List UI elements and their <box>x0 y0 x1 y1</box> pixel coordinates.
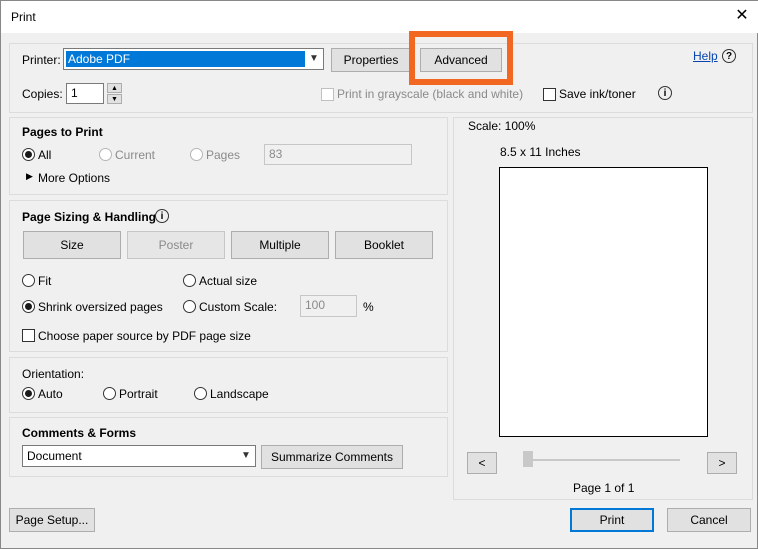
help-link[interactable]: Help <box>693 49 718 63</box>
print-dialog: Print ✕ Printer: Adobe PDF ▼ Properties … <box>0 0 758 549</box>
percent-label: % <box>363 300 374 314</box>
radio-shrink[interactable] <box>22 300 35 313</box>
help-circle-icon[interactable]: ? <box>722 49 736 63</box>
custom-scale-input[interactable]: 100 <box>300 295 357 317</box>
radio-landscape[interactable] <box>194 387 207 400</box>
radio-fit-label: Fit <box>38 274 52 288</box>
next-page-button[interactable]: > <box>707 452 737 474</box>
radio-auto[interactable] <box>22 387 35 400</box>
close-icon[interactable]: ✕ <box>733 7 751 25</box>
radio-current[interactable] <box>99 148 112 161</box>
orientation-heading: Orientation: <box>22 367 85 381</box>
tab-booklet[interactable]: Booklet <box>335 231 433 259</box>
radio-portrait-label: Portrait <box>119 387 158 401</box>
properties-button[interactable]: Properties <box>331 48 411 72</box>
custom-scale-value: 100 <box>305 298 326 312</box>
page-slider-track <box>523 459 680 461</box>
pages-range-value: 83 <box>269 147 283 161</box>
page-sizing-heading: Page Sizing & Handling <box>22 210 157 224</box>
comments-forms-heading: Comments & Forms <box>22 426 137 440</box>
tab-multiple[interactable]: Multiple <box>231 231 329 259</box>
radio-landscape-label: Landscape <box>210 387 269 401</box>
cancel-button[interactable]: Cancel <box>667 508 751 532</box>
title-bar <box>1 1 758 33</box>
page-indicator: Page 1 of 1 <box>573 481 635 495</box>
radio-actual-size[interactable] <box>183 274 196 287</box>
chevron-down-icon: ▼ <box>241 450 251 461</box>
radio-fit[interactable] <box>22 274 35 287</box>
grayscale-checkbox[interactable] <box>321 88 334 101</box>
radio-portrait[interactable] <box>103 387 116 400</box>
info-icon[interactable]: i <box>658 86 672 100</box>
save-ink-checkbox[interactable] <box>543 88 556 101</box>
advanced-button[interactable]: Advanced <box>420 48 502 72</box>
orientation-panel <box>9 357 448 413</box>
copies-increment-button[interactable]: ▲ <box>107 83 122 93</box>
window-title: Print <box>11 10 36 24</box>
copies-input[interactable]: 1 <box>66 83 104 104</box>
radio-all-label: All <box>38 148 52 162</box>
pages-range-input[interactable]: 83 <box>264 144 412 165</box>
radio-actual-size-label: Actual size <box>199 274 258 288</box>
copies-decrement-button[interactable]: ▼ <box>107 94 122 104</box>
page-setup-button[interactable]: Page Setup... <box>9 508 95 532</box>
info-icon[interactable]: i <box>155 209 169 223</box>
prev-page-button[interactable]: < <box>467 452 497 474</box>
comments-forms-select[interactable]: Document ▼ <box>22 445 256 467</box>
more-options-label[interactable]: More Options <box>38 171 110 185</box>
printer-select[interactable]: Adobe PDF ▼ <box>63 48 324 70</box>
tab-size[interactable]: Size <box>23 231 121 259</box>
printer-select-value: Adobe PDF <box>66 51 305 67</box>
paper-source-checkbox[interactable] <box>22 329 35 342</box>
radio-auto-label: Auto <box>38 387 63 401</box>
radio-custom-scale-label: Custom Scale: <box>199 300 278 314</box>
preview-page <box>499 167 708 437</box>
radio-pages-label: Pages <box>206 148 241 162</box>
save-ink-label: Save ink/toner <box>559 87 636 101</box>
radio-shrink-label: Shrink oversized pages <box>38 300 163 314</box>
pages-to-print-heading: Pages to Print <box>22 125 103 139</box>
grayscale-label: Print in grayscale (black and white) <box>337 87 524 101</box>
copies-label: Copies: <box>22 87 63 101</box>
paper-source-label: Choose paper source by PDF page size <box>38 329 251 343</box>
radio-current-label: Current <box>115 148 156 162</box>
preview-scale: Scale: 100% <box>468 119 536 133</box>
printer-label: Printer: <box>22 53 61 67</box>
chevron-down-icon: ▼ <box>309 53 319 64</box>
expand-arrow-icon[interactable]: ▶ <box>26 171 33 182</box>
radio-pages[interactable] <box>190 148 203 161</box>
print-button[interactable]: Print <box>570 508 654 532</box>
copies-value: 1 <box>71 86 78 100</box>
radio-custom-scale[interactable] <box>183 300 196 313</box>
summarize-comments-button[interactable]: Summarize Comments <box>261 445 403 469</box>
preview-paper-size: 8.5 x 11 Inches <box>500 145 581 159</box>
tab-poster[interactable]: Poster <box>127 231 225 259</box>
page-slider-thumb[interactable] <box>523 451 533 467</box>
comments-forms-value: Document <box>27 449 82 463</box>
radio-all[interactable] <box>22 148 35 161</box>
